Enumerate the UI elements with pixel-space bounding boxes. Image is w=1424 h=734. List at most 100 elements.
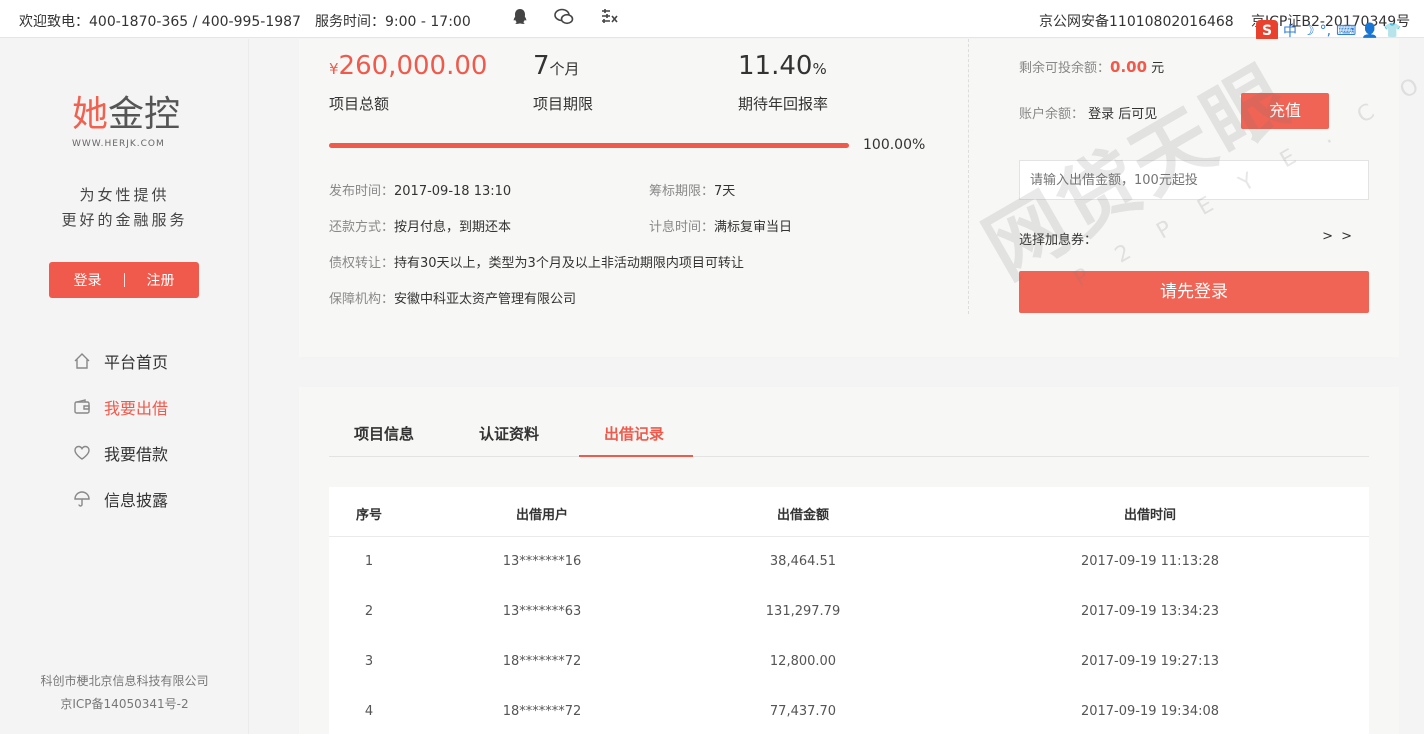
nav-borrow-label: 我要借款 (104, 445, 169, 464)
header-time: 出借时间 (1123, 508, 1177, 523)
publish-time-key: 发布时间： (329, 184, 395, 199)
ime-moon-icon[interactable]: ☽ (1302, 23, 1315, 39)
slogan-line-1: 为女性提供 (79, 186, 170, 204)
hotline-text: 欢迎致电：400-1870-365 / 400-995-1987 (19, 14, 301, 30)
publish-time: 发布时间：2017-09-18 13:10 (329, 180, 511, 199)
lend-records-table: 序号 出借用户 出借金额 出借时间 1 13*******16 38,464.5… (329, 487, 1369, 734)
row-1-index: 1 (364, 554, 374, 569)
guarantee-org: 保障机构：安徽中科亚太资产管理有限公司 (329, 288, 576, 307)
nav-lend[interactable]: 我要出借 (72, 395, 168, 419)
row-4-amount: 77,437.70 (769, 704, 837, 719)
nav-borrow[interactable]: 我要借款 (72, 441, 168, 465)
row-1-user: 13*******16 (502, 554, 582, 569)
remaining-amount-key: 剩余可投余额： (1019, 61, 1111, 76)
ime-skin-icon[interactable]: 👕 (1384, 23, 1401, 39)
progress-fill (329, 143, 849, 148)
row-2-time: 2017-09-19 13:34:23 (1080, 604, 1220, 619)
auth-button-group: 登录 注册 (49, 262, 199, 298)
account-balance-value[interactable]: 登录 后可见 (1088, 107, 1157, 122)
wallet-icon (72, 397, 92, 417)
project-rate-value: 11.40 (738, 51, 813, 81)
repay-method: 还款方式：按月付息，到期还本 (329, 216, 511, 235)
service-hours-text: 服务时间：9:00 - 17:00 (315, 14, 471, 30)
coupon-arrow-icon[interactable]: > > (1322, 229, 1354, 244)
raise-period: 筹标期限：7天 (649, 180, 735, 199)
company-icp: 京ICP备14050341号-2 (60, 697, 189, 711)
lend-amount-input[interactable] (1019, 160, 1369, 200)
recharge-button[interactable]: 充值 (1241, 93, 1329, 129)
remaining-amount-unit: 元 (1151, 61, 1165, 76)
login-button[interactable]: 登录 (74, 270, 102, 290)
row-2-index: 2 (364, 604, 374, 619)
row-3-user: 18*******72 (502, 654, 582, 669)
progress-bar (329, 143, 849, 148)
row-3-index: 3 (364, 654, 374, 669)
qq-icon[interactable] (509, 8, 531, 30)
transfer-rule-value: 持有30天以上，类型为3个月及以上非活动期限内项目可转让 (394, 256, 744, 271)
auth-divider (123, 273, 125, 287)
table-header-divider (329, 536, 1369, 537)
project-rate: 11.40% (738, 51, 827, 81)
row-1-amount: 38,464.51 (769, 554, 837, 569)
interest-time-key: 计息时间： (649, 220, 715, 235)
logo-text-red: 她 (72, 94, 109, 135)
remaining-amount-value: 0.00 (1110, 58, 1148, 76)
progress-percent: 100.00% (863, 137, 926, 153)
row-4-index: 4 (364, 704, 374, 719)
account-balance-key: 账户余额： (1019, 107, 1085, 122)
project-term-value: 7 (533, 51, 550, 81)
nav-lend-label: 我要出借 (104, 399, 169, 418)
currency-symbol: ¥ (329, 60, 339, 78)
remaining-amount: 剩余可投余额：0.00 元 (1019, 57, 1164, 76)
weibo-icon[interactable] (598, 8, 620, 30)
row-4-user: 18*******72 (502, 704, 582, 719)
tab-project-info[interactable]: 项目信息 (354, 423, 414, 444)
nav-home-label: 平台首页 (104, 353, 169, 372)
tab-lend-records[interactable]: 出借记录 (604, 423, 664, 444)
project-amount: ¥260,000.00 (329, 51, 487, 81)
guarantee-org-value: 安徽中科亚太资产管理有限公司 (394, 292, 577, 307)
tab-certification[interactable]: 认证资料 (479, 423, 539, 444)
nav-disclosure[interactable]: 信息披露 (72, 487, 168, 511)
row-4-time: 2017-09-19 19:34:08 (1080, 704, 1220, 719)
coupon-label: 选择加息券： (1019, 233, 1098, 248)
sidebar: 她金控 WWW.HERJK.COM 为女性提供 更好的金融服务 登录 注册 平台… (0, 39, 249, 734)
nav-home[interactable]: 平台首页 (72, 349, 168, 373)
project-amount-label: 项目总额 (329, 95, 390, 113)
register-button[interactable]: 注册 (147, 270, 175, 290)
repay-method-key: 还款方式： (329, 220, 395, 235)
interest-time: 计息时间：满标复审当日 (649, 216, 792, 235)
ime-user-icon[interactable]: 👤 (1361, 23, 1378, 39)
transfer-rule: 债权转让：持有30天以上，类型为3个月及以上非活动期限内项目可转让 (329, 252, 744, 271)
header-user: 出借用户 (515, 508, 569, 523)
ime-chinese-icon[interactable]: 中 (1283, 21, 1297, 41)
heart-icon (72, 443, 92, 463)
header-amount: 出借金额 (776, 508, 830, 523)
publish-time-value: 2017-09-18 13:10 (394, 184, 512, 199)
panel-divider (968, 39, 969, 314)
row-1-time: 2017-09-19 11:13:28 (1080, 554, 1220, 569)
project-term-label: 项目期限 (533, 95, 594, 113)
coupon-selector[interactable]: 选择加息券： > > (1019, 229, 1354, 248)
ime-keyboard-icon[interactable]: ⌨ (1336, 23, 1356, 39)
top-bar: 欢迎致电：400-1870-365 / 400-995-1987 服务时间：9:… (0, 0, 1424, 42)
logo[interactable]: 她金控 WWW.HERJK.COM (72, 85, 182, 155)
project-detail-panel: 项目信息 认证资料 出借记录 序号 出借用户 出借金额 出借时间 1 13***… (299, 387, 1399, 734)
repay-method-value: 按月付息，到期还本 (394, 220, 512, 235)
project-amount-value: 260,000.00 (338, 51, 488, 81)
row-3-time: 2017-09-19 19:27:13 (1080, 654, 1220, 669)
raise-period-value: 7天 (714, 184, 736, 199)
login-first-button[interactable]: 请先登录 (1019, 271, 1369, 313)
ime-punct-icon[interactable]: °, (1320, 23, 1331, 39)
account-balance: 账户余额： 登录 后可见 (1019, 103, 1157, 122)
project-term: 7个月 (533, 51, 580, 81)
guarantee-org-key: 保障机构： (329, 292, 395, 307)
wechat-icon[interactable] (553, 8, 575, 30)
umbrella-icon (72, 489, 92, 509)
row-3-amount: 12,800.00 (769, 654, 837, 669)
active-tab-indicator (579, 455, 693, 457)
interest-time-value: 满标复审当日 (714, 220, 793, 235)
slogan-line-2: 更好的金融服务 (61, 211, 188, 229)
raise-period-key: 筹标期限： (649, 184, 715, 199)
project-rate-unit: % (812, 60, 827, 78)
